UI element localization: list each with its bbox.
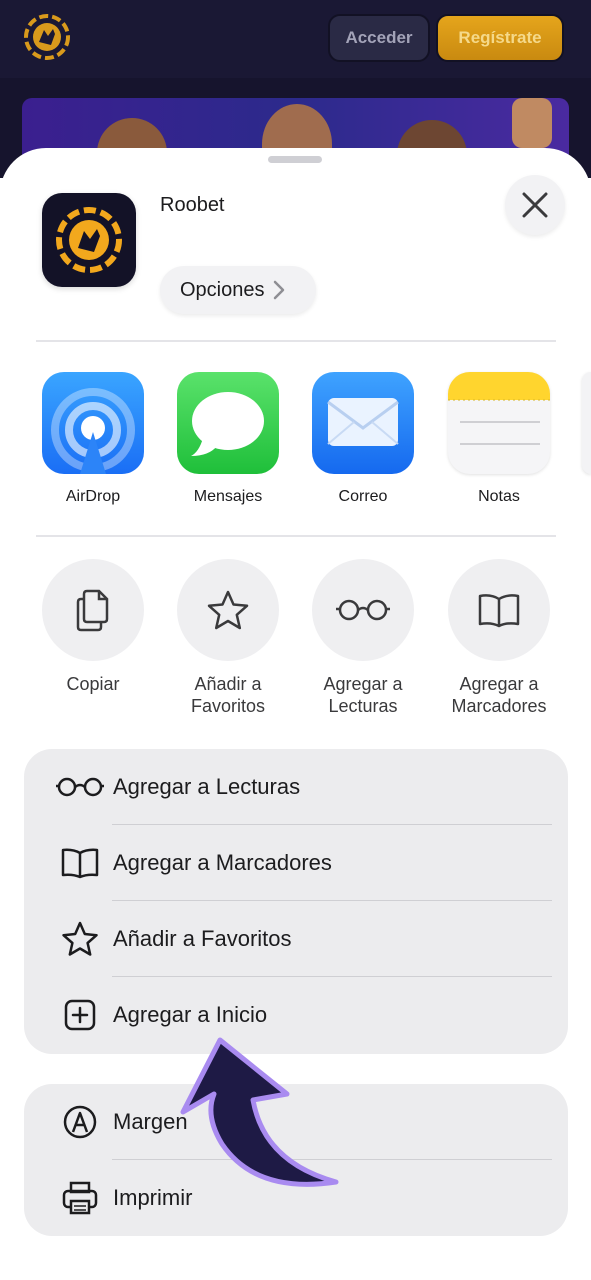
share-target-messages[interactable]: Mensajes bbox=[176, 372, 280, 506]
share-target-label: Correo bbox=[338, 488, 388, 505]
share-target-label: Mensajes bbox=[193, 488, 263, 505]
list-item-label: Agregar a Inicio bbox=[113, 1002, 268, 1027]
star-icon bbox=[52, 919, 108, 959]
list-item-add-favorites[interactable]: Añadir a Favoritos bbox=[24, 901, 568, 977]
star-icon bbox=[177, 559, 279, 661]
list-item-label: Margen bbox=[113, 1109, 188, 1134]
actions-list-secondary: Margen Imprimir bbox=[24, 1084, 568, 1236]
login-button[interactable]: Acceder bbox=[328, 14, 430, 62]
list-item-add-to-home[interactable]: Agregar a Inicio bbox=[24, 977, 568, 1053]
chevron-right-icon bbox=[273, 280, 284, 300]
list-item-add-bookmarks[interactable]: Agregar a Marcadores bbox=[24, 825, 568, 901]
action-label: Añadir a Favoritos bbox=[190, 674, 266, 716]
book-icon bbox=[52, 843, 108, 883]
plus-square-icon bbox=[52, 995, 108, 1035]
copy-icon bbox=[42, 559, 144, 661]
action-add-bookmarks[interactable]: Agregar a Marcadores bbox=[439, 559, 559, 717]
register-button[interactable]: Regístrate bbox=[436, 14, 564, 62]
sheet-grabber[interactable] bbox=[268, 156, 322, 163]
close-icon bbox=[522, 192, 548, 218]
banner-hand bbox=[512, 98, 552, 148]
app-icon bbox=[42, 193, 136, 287]
share-target-label: Notas bbox=[478, 488, 520, 505]
action-label: Copiar bbox=[66, 674, 120, 694]
list-item-print[interactable]: Imprimir bbox=[24, 1160, 568, 1236]
list-item-label: Agregar a Lecturas bbox=[113, 774, 301, 799]
list-item-add-reading-list[interactable]: Agregar a Lecturas bbox=[24, 749, 568, 825]
glasses-icon bbox=[312, 559, 414, 661]
airdrop-icon bbox=[42, 372, 144, 474]
action-add-reading-list[interactable]: Agregar a Lecturas bbox=[303, 559, 423, 717]
options-label: Opciones bbox=[180, 278, 265, 301]
book-icon bbox=[448, 559, 550, 661]
divider bbox=[36, 535, 556, 537]
share-target-more[interactable] bbox=[582, 372, 591, 474]
roobet-logo-icon bbox=[56, 207, 122, 273]
share-target-label: AirDrop bbox=[65, 488, 121, 505]
messages-icon bbox=[177, 372, 279, 474]
printer-icon bbox=[52, 1178, 108, 1218]
action-label: Agregar a Lecturas bbox=[323, 674, 403, 716]
divider bbox=[36, 340, 556, 342]
roobet-logo-icon[interactable] bbox=[22, 12, 72, 62]
close-button[interactable] bbox=[505, 175, 565, 235]
notes-icon bbox=[448, 372, 550, 474]
website-header: Acceder Regístrate bbox=[0, 0, 591, 78]
list-item-label: Agregar a Marcadores bbox=[113, 850, 332, 875]
share-target-mail[interactable]: Correo bbox=[311, 372, 415, 506]
action-copy[interactable]: Copiar bbox=[33, 559, 153, 695]
share-target-airdrop[interactable]: AirDrop bbox=[41, 372, 145, 506]
action-label: Agregar a Marcadores bbox=[451, 674, 547, 716]
markup-pen-icon bbox=[52, 1102, 108, 1142]
options-button[interactable]: Opciones bbox=[160, 266, 316, 314]
actions-list-primary: Agregar a Lecturas Agregar a Marcadores … bbox=[24, 749, 568, 1054]
action-add-favorites[interactable]: Añadir a Favoritos bbox=[168, 559, 288, 717]
mail-icon bbox=[312, 372, 414, 474]
list-item-label: Añadir a Favoritos bbox=[113, 926, 292, 951]
shared-app-name: Roobet bbox=[160, 194, 225, 216]
share-target-notes[interactable]: Notas bbox=[447, 372, 551, 506]
list-item-markup[interactable]: Margen bbox=[24, 1084, 568, 1160]
list-item-label: Imprimir bbox=[113, 1185, 193, 1210]
glasses-icon bbox=[52, 767, 108, 807]
